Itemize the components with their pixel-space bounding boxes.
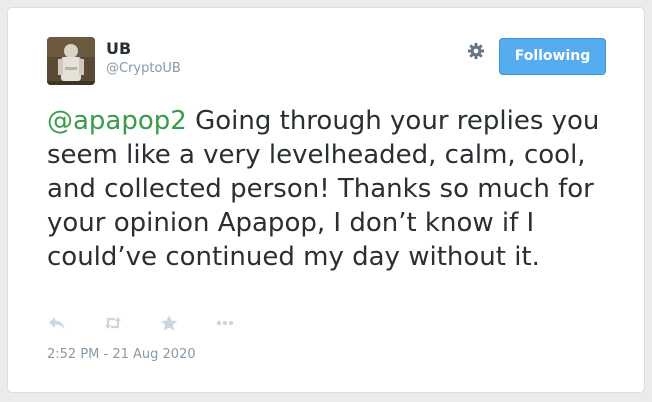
retweet-icon[interactable] bbox=[103, 314, 123, 332]
avatar-image bbox=[47, 37, 95, 85]
gear-icon[interactable] bbox=[467, 42, 485, 60]
following-button[interactable]: Following bbox=[499, 38, 606, 75]
star-icon[interactable] bbox=[159, 314, 179, 332]
reply-icon[interactable] bbox=[47, 314, 67, 332]
mention-link[interactable]: @apapop2 bbox=[47, 106, 187, 136]
more-icon[interactable] bbox=[215, 314, 235, 332]
author-handle[interactable]: @CryptoUB bbox=[106, 61, 181, 77]
avatar[interactable] bbox=[47, 37, 95, 85]
author-name[interactable]: UB bbox=[106, 39, 131, 59]
tweet-timestamp[interactable]: 2:52 PM - 21 Aug 2020 bbox=[47, 347, 196, 363]
tweet-text: @apapop2 Going through your replies you … bbox=[47, 104, 617, 274]
tweet-card: UB @CryptoUB Following @apapop2 Going th… bbox=[7, 7, 645, 393]
